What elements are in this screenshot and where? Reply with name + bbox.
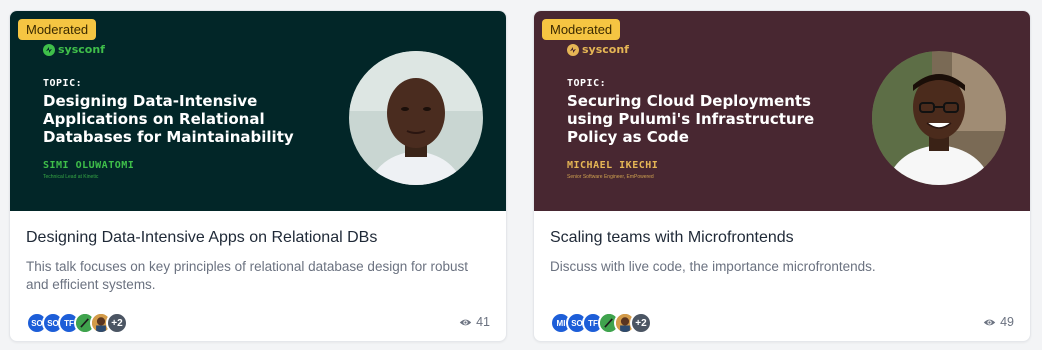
speaker-role: Technical Lead at Kinetic bbox=[43, 174, 99, 180]
speaker-photo bbox=[349, 51, 483, 185]
view-count-value: 49 bbox=[1000, 315, 1014, 329]
sysconf-logo-icon bbox=[43, 43, 55, 56]
speaker-portrait-icon bbox=[349, 51, 483, 185]
avatar-more-count[interactable]: +2 bbox=[630, 312, 652, 334]
talk-title[interactable]: Scaling teams with Microfrontends bbox=[550, 228, 1014, 248]
speaker-portrait-icon bbox=[872, 51, 1006, 185]
view-count: 49 bbox=[983, 315, 1014, 329]
topic-label: TOPIC: bbox=[43, 78, 83, 89]
speaker-name: SIMI OLUWATOMI bbox=[43, 160, 135, 171]
card-footer: SO SO TF +2 41 bbox=[26, 312, 490, 334]
participant-avatars[interactable]: MI SO TF +2 bbox=[550, 312, 652, 334]
topic-title: Designing Data-Intensive Applications on… bbox=[43, 92, 294, 146]
card-footer: MI SO TF +2 49 bbox=[550, 312, 1014, 334]
brand-name: sysconf bbox=[58, 43, 105, 56]
talk-banner[interactable]: Moderated sysconf TOPIC: Designing Data-… bbox=[10, 11, 506, 211]
talk-card[interactable]: Moderated sysconf TOPIC: Designing Data-… bbox=[9, 10, 507, 342]
talk-banner[interactable]: Moderated sysconf TOPIC: Securing Cloud … bbox=[534, 11, 1030, 211]
moderated-badge: Moderated bbox=[18, 19, 97, 40]
eye-icon bbox=[983, 319, 996, 325]
talk-grid: Moderated sysconf TOPIC: Designing Data-… bbox=[9, 10, 1031, 342]
participant-avatars[interactable]: SO SO TF +2 bbox=[26, 312, 128, 334]
speaker-name: MICHAEL IKECHI bbox=[567, 160, 659, 171]
brand-name: sysconf bbox=[582, 43, 629, 56]
eye-icon bbox=[459, 319, 472, 325]
view-count: 41 bbox=[459, 315, 490, 329]
view-count-value: 41 bbox=[476, 315, 490, 329]
topic-label: TOPIC: bbox=[567, 78, 607, 89]
topic-title: Securing Cloud Deployments using Pulumi'… bbox=[567, 92, 815, 146]
talk-card[interactable]: Moderated sysconf TOPIC: Securing Cloud … bbox=[533, 10, 1031, 342]
speaker-role: Senior Software Engineer, EmPowered bbox=[567, 174, 654, 180]
sysconf-logo-icon bbox=[567, 43, 579, 56]
brand-logo: sysconf bbox=[43, 43, 105, 56]
moderated-badge: Moderated bbox=[542, 19, 621, 40]
brand-logo: sysconf bbox=[567, 43, 629, 56]
speaker-photo bbox=[872, 51, 1006, 185]
avatar-more-count[interactable]: +2 bbox=[106, 312, 128, 334]
talk-description: This talk focuses on key principles of r… bbox=[26, 259, 468, 292]
talk-description: Discuss with live code, the importance m… bbox=[550, 259, 876, 274]
talk-title[interactable]: Designing Data-Intensive Apps on Relatio… bbox=[26, 228, 490, 248]
